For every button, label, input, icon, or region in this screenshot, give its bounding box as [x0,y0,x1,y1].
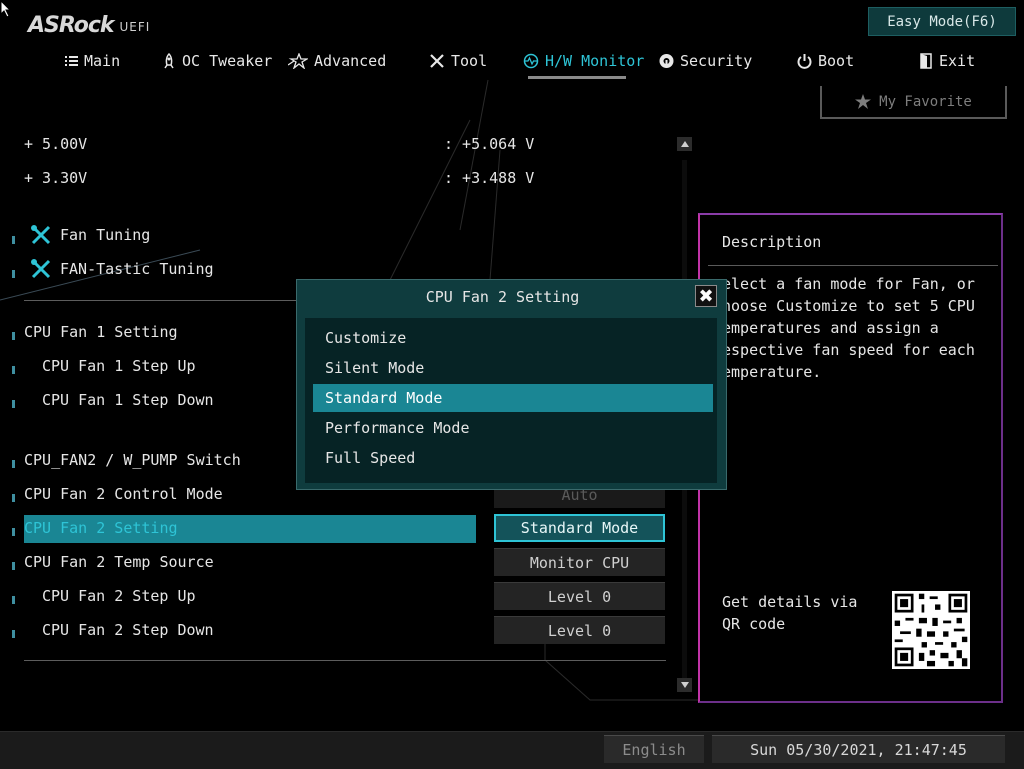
item-bullet [12,366,15,374]
rocket-icon [164,53,174,69]
arrow-up-icon [680,141,689,147]
logo-uefi: UEFI [119,20,151,34]
language-selector[interactable]: English [604,735,704,763]
tab-security-label: Security [680,52,753,70]
option-full-speed[interactable]: Full Speed [313,444,713,472]
voltage-label: + 3.30V [24,169,88,187]
qr-code-image [892,591,970,669]
tab-hw-monitor[interactable]: H/W Monitor [523,50,644,72]
qr-code-label: Get details via QR code [722,593,858,633]
close-icon[interactable]: ✖ [695,285,717,307]
tab-exit-label: Exit [939,52,976,70]
item-bullet [12,332,15,340]
tab-exit[interactable]: Exit [920,50,975,72]
tab-tool[interactable]: Tool [429,50,487,72]
description-separator [708,265,998,266]
dialog-title: CPU Fan 2 Setting [425,288,580,306]
tools-icon [430,54,444,68]
monitor-icon [523,53,539,69]
option-performance-mode[interactable]: Performance Mode [313,414,713,442]
star-icon [288,53,308,69]
step-down-value[interactable]: Level 0 [494,616,665,644]
voltage-row-3v3: + 3.30V : +3.488 V [24,164,534,192]
description-text: elect a fan mode for Fan, or hoose Custo… [722,275,975,381]
cpu-fan2-step-down-item[interactable]: CPU Fan 2 Step Down [42,616,502,644]
cpu-fan2-step-down-label: CPU Fan 2 Step Down [42,621,214,639]
my-favorite-button[interactable]: My Favorite [820,86,1007,119]
tools-icon [31,225,51,245]
cpu-fan2-switch-label: CPU_FAN2 / W_PUMP Switch [24,451,241,469]
cpu-fan2-temp-source-item[interactable]: CPU Fan 2 Temp Source [24,548,484,576]
item-bullet [12,562,15,570]
shield-icon [659,54,674,68]
voltage-value: : +5.064 V [444,135,535,153]
item-bullet [12,528,15,536]
cpu-fan1-step-down-label: CPU Fan 1 Step Down [42,391,214,409]
dialog-options-list: Customize Silent Mode Standard Mode Perf… [305,318,717,483]
datetime-display: Sun 05/30/2021, 21:47:45 [712,735,1005,763]
tab-hw-monitor-label: H/W Monitor [545,52,645,70]
voltage-label: + 5.00V [24,135,88,153]
arrow-down-icon [680,682,689,688]
tab-main[interactable]: Main [65,50,120,72]
cpu-fan1-step-up-label: CPU Fan 1 Step Up [42,357,196,375]
cpu-fan2-step-up-label: CPU Fan 2 Step Up [42,587,196,605]
mouse-cursor-icon [0,0,12,18]
scroll-down-button[interactable] [677,678,692,692]
cpu-fan2-control-mode-label: CPU Fan 2 Control Mode [24,485,223,503]
tab-oc-tweaker[interactable]: OC Tweaker [162,50,272,72]
separator [24,660,666,661]
cpu-fan2-temp-source-label: CPU Fan 2 Temp Source [24,553,214,571]
option-customize[interactable]: Customize [313,324,713,352]
tab-tool-label: Tool [451,52,488,70]
description-panel: Description elect a fan mode for Fan, or… [698,213,1003,703]
description-title: Description [722,233,822,251]
voltage-value: : +3.488 V [444,169,535,187]
exit-door-icon [920,53,932,69]
easy-mode-button[interactable]: Easy Mode(F6) [868,7,1016,36]
step-up-value[interactable]: Level 0 [494,582,665,610]
tab-advanced-label: Advanced [314,52,387,70]
option-standard-mode[interactable]: Standard Mode [313,384,713,412]
tab-oc-tweaker-label: OC Tweaker [182,52,273,70]
list-icon [65,56,78,66]
asrock-logo: ASRock UEFI [28,8,150,38]
tab-main-label: Main [84,52,121,70]
scroll-up-button[interactable] [677,137,692,151]
fan2-setting-value[interactable]: Standard Mode [494,514,665,542]
tab-advanced[interactable]: Advanced [288,50,386,72]
tools-icon [31,259,51,279]
item-bullet [12,494,15,502]
item-bullet [12,630,15,638]
my-favorite-label: My Favorite [879,93,972,110]
tab-boot[interactable]: Boot [797,50,854,72]
power-icon [797,54,812,69]
fan-setting-dialog: CPU Fan 2 Setting ✖ Customize Silent Mod… [296,279,727,490]
cpu-fan2-step-up-item[interactable]: CPU Fan 2 Step Up [42,582,502,610]
temp-source-value[interactable]: Monitor CPU [494,548,665,576]
tab-security[interactable]: Security [659,50,752,72]
item-bullet [12,596,15,604]
favorite-star-icon [855,94,872,109]
item-bullet [12,400,15,408]
fan-tuning-label: Fan Tuning [60,226,151,244]
logo-brand: ASRock [28,13,115,38]
tab-boot-label: Boot [818,52,855,70]
voltage-row-5v: + 5.00V : +5.064 V [24,130,534,158]
fan-tuning-item[interactable]: Fan Tuning [24,221,484,249]
item-bullet [12,460,15,468]
cpu-fan2-setting-item[interactable]: CPU Fan 2 Setting [24,514,484,542]
option-silent-mode[interactable]: Silent Mode [313,354,713,382]
cpu-fan2-setting-label: CPU Fan 2 Setting [24,519,178,537]
active-tab-underline [528,76,626,79]
fantastic-tuning-label: FAN-Tastic Tuning [60,260,214,278]
item-bullet [12,270,15,278]
item-bullet [12,236,15,244]
cpu-fan1-setting-label: CPU Fan 1 Setting [24,323,178,341]
